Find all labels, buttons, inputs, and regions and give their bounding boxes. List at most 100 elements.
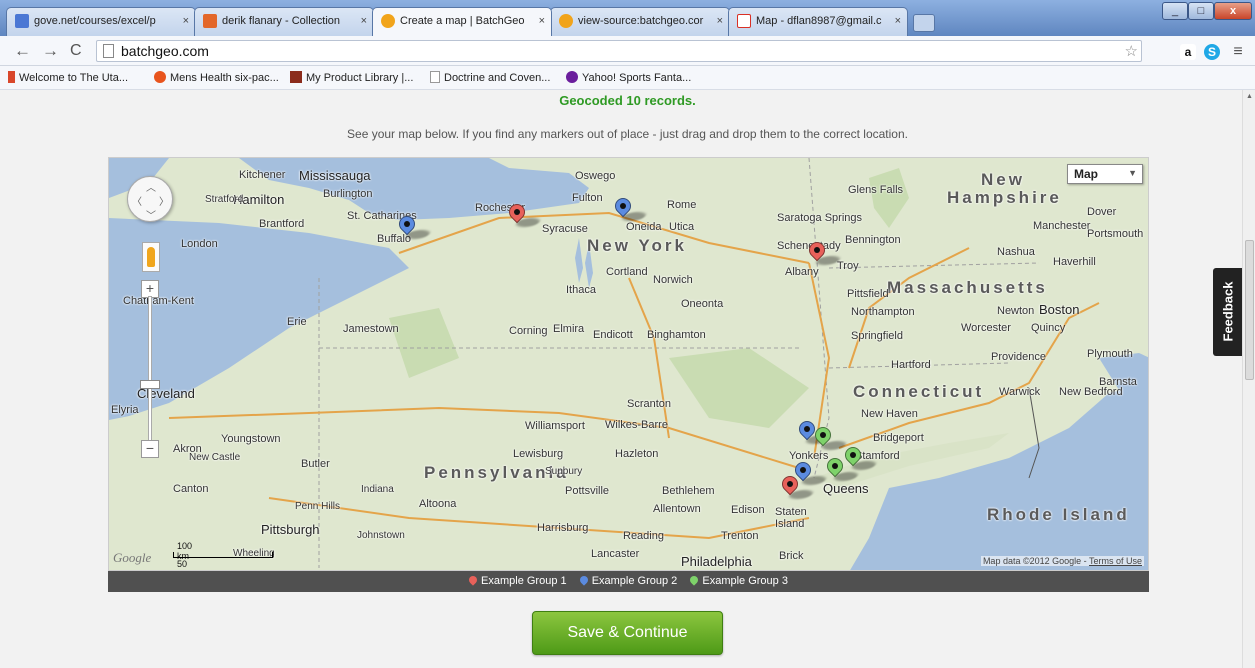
- zoom-slider-track[interactable]: [148, 296, 152, 451]
- map-marker[interactable]: [505, 200, 543, 230]
- map-label-city: Oneonta: [681, 298, 724, 310]
- map-label-city: Nashua: [997, 246, 1035, 258]
- pan-left-icon[interactable]: 〈: [132, 193, 142, 208]
- bookmark-star-icon[interactable]: ☆: [1125, 42, 1138, 60]
- browser-tab[interactable]: derik flanary - Collection ×: [194, 7, 374, 36]
- map-marker[interactable]: [823, 454, 861, 484]
- bookmark-favicon: [290, 71, 302, 83]
- map-label-city: Rome: [667, 199, 697, 211]
- google-sites-icon: [15, 14, 29, 28]
- map-label-city: Hartford: [891, 359, 931, 371]
- map-label-city: Syracuse: [542, 223, 588, 235]
- bookmark-item[interactable]: My Product Library |...: [290, 71, 413, 84]
- map-label-city: Staten Island: [775, 506, 807, 530]
- map-label-city: New Castle: [189, 452, 241, 463]
- map-marker[interactable]: [611, 194, 649, 224]
- tab-label: Map - dflan8987@gmail.c: [756, 15, 882, 27]
- map-label-city: Reading: [623, 530, 664, 542]
- map-label-city: Altoona: [419, 498, 457, 510]
- map-label-city: Williamsport: [525, 420, 585, 432]
- bookmark-item[interactable]: Yahoo! Sports Fanta...: [566, 71, 691, 84]
- page-scrollbar[interactable]: ▲: [1242, 90, 1255, 668]
- legend-item[interactable]: Example Group 2: [578, 574, 677, 587]
- bookmark-favicon: [154, 71, 166, 83]
- map-label-city: London: [181, 238, 218, 250]
- reload-icon[interactable]: C: [70, 41, 82, 61]
- map-label-city: Burlington: [323, 188, 373, 200]
- bookmark-item[interactable]: Mens Health six-pac...: [154, 71, 279, 84]
- marker-pin-icon: [688, 574, 701, 586]
- browser-tab[interactable]: view-source:batchgeo.cor ×: [550, 7, 730, 36]
- map-label-city: Indiana: [361, 484, 394, 495]
- feedback-tab[interactable]: Feedback: [1213, 268, 1242, 356]
- bookmark-item[interactable]: Doctrine and Coven...: [430, 71, 550, 84]
- map-label-city: Butler: [301, 458, 330, 470]
- zoom-slider-handle[interactable]: [140, 380, 160, 389]
- browser-tab[interactable]: gove.net/courses/excel/p ×: [6, 7, 196, 36]
- map-label-city: Mississauga: [299, 168, 371, 183]
- bookmarks-bar: Welcome to The Uta... Mens Health six-pa…: [0, 66, 1255, 90]
- url-input[interactable]: [121, 43, 1021, 59]
- amazon-extension-icon[interactable]: a: [1180, 44, 1196, 60]
- terms-of-use-link[interactable]: Terms of Use: [1089, 556, 1142, 566]
- menu-icon[interactable]: ≡: [1230, 44, 1246, 60]
- address-bar[interactable]: ☆: [96, 40, 1142, 62]
- map-label-city: Pottsville: [565, 485, 610, 497]
- new-tab-button[interactable]: [913, 14, 935, 32]
- legend-item[interactable]: Example Group 1: [467, 574, 567, 587]
- map-marker[interactable]: [395, 212, 433, 242]
- zoom-out-button[interactable]: −: [141, 440, 159, 458]
- tab-close-icon[interactable]: ×: [361, 15, 367, 27]
- batchgeo-icon: [381, 14, 395, 28]
- pan-right-icon[interactable]: 〉: [159, 193, 169, 208]
- map-attribution: Map data ©2012 Google - Terms of Use: [980, 556, 1144, 566]
- map-pan-control[interactable]: ︿ 〈 〉 ﹀: [127, 176, 173, 222]
- map-marker[interactable]: [811, 423, 849, 453]
- map-label-state: Massachusetts: [887, 278, 1048, 297]
- minimize-button[interactable]: _: [1162, 2, 1188, 20]
- scrollbar-thumb[interactable]: [1245, 240, 1254, 380]
- bookmark-item[interactable]: Welcome to The Uta...: [8, 71, 128, 84]
- browser-tab-active[interactable]: Create a map | BatchGeo ×: [372, 7, 552, 36]
- map-canvas[interactable]: New York Pennsylvania Massachusetts Conn…: [108, 157, 1149, 571]
- map-marker[interactable]: [841, 443, 879, 473]
- bookmark-favicon: [8, 71, 15, 83]
- scroll-up-icon[interactable]: ▲: [1246, 93, 1253, 100]
- map-label-city: Bethlehem: [662, 485, 715, 497]
- map-label-state: New: [981, 170, 1025, 189]
- pan-down-icon[interactable]: ﹀: [146, 207, 156, 222]
- map-label-state: Hampshire: [947, 188, 1062, 207]
- map-label-city: Elyria: [111, 404, 139, 416]
- map-label-city: Jamestown: [343, 323, 399, 335]
- map-type-select[interactable]: Map ▼: [1067, 164, 1143, 184]
- browser-tab-strip: gove.net/courses/excel/p × derik flanary…: [0, 0, 1255, 36]
- google-logo[interactable]: Google: [113, 550, 151, 566]
- legend-item[interactable]: Example Group 3: [688, 574, 788, 587]
- tab-close-icon[interactable]: ×: [895, 15, 901, 27]
- map-label-city: Youngstown: [221, 433, 281, 445]
- tab-label: derik flanary - Collection: [222, 15, 340, 27]
- pan-up-icon[interactable]: ︿: [146, 179, 156, 194]
- map-label-city: Canton: [173, 483, 209, 495]
- maximize-button[interactable]: □: [1188, 2, 1214, 20]
- map-marker[interactable]: [805, 238, 843, 268]
- tab-close-icon[interactable]: ×: [717, 15, 723, 27]
- page-icon: [430, 71, 440, 83]
- map-label-city: Manchester: [1033, 220, 1091, 232]
- window-close-button[interactable]: x: [1214, 2, 1252, 20]
- save-continue-button[interactable]: Save & Continue: [532, 611, 723, 655]
- map-marker[interactable]: [795, 417, 833, 447]
- skype-extension-icon[interactable]: S: [1204, 44, 1220, 60]
- back-icon[interactable]: ←: [14, 41, 31, 61]
- page-icon: [103, 44, 114, 58]
- tab-close-icon[interactable]: ×: [183, 15, 189, 27]
- browser-tab[interactable]: Map - dflan8987@gmail.c ×: [728, 7, 908, 36]
- street-view-pegman-icon[interactable]: [142, 242, 160, 272]
- map-label-city: Providence: [991, 351, 1047, 363]
- map-marker[interactable]: [791, 458, 829, 488]
- tab-close-icon[interactable]: ×: [539, 15, 545, 27]
- map-label-city: Utica: [669, 221, 695, 233]
- map-label-city: Erie: [287, 316, 307, 328]
- map-label-city: Hazleton: [615, 448, 659, 460]
- forward-icon[interactable]: →: [42, 41, 59, 61]
